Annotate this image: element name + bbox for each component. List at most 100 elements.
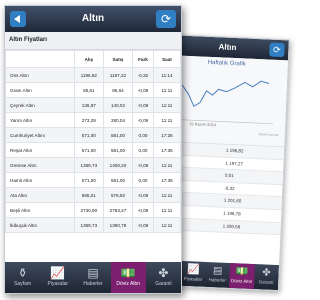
row-value: 1 196,82 [225, 147, 244, 154]
cell-fark: -0,32 [132, 67, 154, 83]
back-tab-label: Döviz Altın [230, 278, 253, 284]
news-icon: ▤ [212, 265, 223, 277]
tab-0[interactable]: ⚱ Sayfam [5, 262, 40, 293]
table-row[interactable]: Cumhuriyet Altını 571,00 581,00 0,00 17:36 [5, 127, 181, 143]
back-tab-label: Garanti [258, 279, 274, 285]
row-value: 1 200,56 [222, 223, 241, 229]
cell-alis: 1369,73 [73, 157, 104, 173]
cell-name: Ons Altın [5, 67, 75, 83]
cell-alis: 2730,90 [73, 202, 104, 218]
cell-fark: -0,09 [132, 202, 154, 218]
cell-saat: 11:11 [152, 112, 181, 128]
cell-fark: -0,09 [132, 217, 154, 233]
back-tab-1[interactable]: 📈 Piyasalar [180, 261, 205, 287]
tab-label: Haberler [83, 281, 103, 287]
currency-icon: 💵 [120, 266, 136, 280]
table-row[interactable]: Beşli Altın 2730,90 2783,27 -0,09 11:11 [5, 202, 181, 218]
cell-saat: 11:11 [152, 97, 181, 113]
cell-alis: 571,00 [73, 142, 104, 158]
piggy-bank-icon: ⚱ [17, 266, 28, 280]
header-saat: Saat [152, 50, 181, 68]
gold-price-table: Alış Satış Fark Saat Ons Altın 1196,82 119… [5, 50, 181, 233]
cell-saat: 11:11 [152, 217, 181, 233]
refresh-icon[interactable]: ⟳ [156, 10, 176, 28]
cell-alis: 136,97 [73, 97, 104, 113]
cell-name: Reşat Altın [5, 142, 75, 158]
table-row[interactable]: Ata Altın 565,01 578,92 -0,09 11:11 [5, 187, 181, 203]
tab-4[interactable]: ✤ Garanti [146, 262, 181, 293]
section-title: Altın Fiyatları [5, 32, 181, 50]
cell-fark: -0,09 [132, 112, 154, 128]
cell-name: Yarım Altın [5, 112, 75, 128]
header-fark: Fark [132, 50, 154, 68]
row-value: -0,32 [224, 185, 235, 191]
cell-satis: 280,04 [102, 112, 134, 128]
back-tab-3[interactable]: 💵 Döviz Altın [229, 263, 255, 290]
cell-satis: 578,92 [102, 187, 134, 203]
cell-name: Gram Altın [5, 82, 75, 98]
row-value: 0,01 [224, 172, 234, 179]
chart-icon: 📈 [186, 264, 200, 276]
top-bar: Altın ⟳ [5, 6, 181, 32]
tab-bar: ⚱ Sayfam 📈 Piyasalar ▤ Haberler 💵 Döviz Altın ✤ G… [5, 262, 181, 293]
cell-alis: 273,29 [73, 112, 104, 128]
table-row[interactable]: Hamit Altın 571,00 581,00 0,00 17:36 [5, 172, 181, 188]
table-header-row: Alış Satış Fark Saat [5, 50, 181, 68]
cell-name: Hamit Altın [5, 172, 75, 188]
table-row[interactable]: Çeyrek Altın 136,97 140,02 -0,09 11:11 [5, 97, 181, 113]
cell-fark: -0,09 [132, 82, 154, 98]
table-row[interactable]: Yarım Altın 273,29 280,04 -0,09 11:11 [5, 112, 181, 128]
cell-saat: 17:36 [152, 172, 181, 188]
cell-saat: 11:14 [152, 67, 181, 83]
tab-2[interactable]: ▤ Haberler [75, 262, 110, 293]
cell-satis: 581,00 [102, 172, 134, 188]
cell-name: Beşli Altın [5, 202, 75, 218]
chart-plot [173, 72, 274, 125]
cell-alis: 85,61 [73, 82, 104, 98]
back-tab-4[interactable]: ✤ Garanti [254, 264, 279, 290]
cell-saat: 11:11 [152, 202, 181, 218]
cell-saat: 17:36 [152, 127, 181, 143]
table-row[interactable]: Ons Altın 1196,82 1197,22 -0,32 11:14 [5, 67, 181, 83]
news-icon: ▤ [87, 266, 99, 280]
cell-alis: 565,01 [73, 187, 104, 203]
cell-name: Çeyrek Altın [5, 97, 75, 113]
cell-fark: -0,09 [132, 157, 154, 173]
chart-source: Sitenin Kaynak [258, 132, 279, 138]
table-row[interactable]: Gremse Altın 1369,73 1400,20 -0,09 11:11 [5, 157, 181, 173]
header-satis: Satış [102, 50, 134, 68]
header-name [5, 50, 75, 68]
cell-saat: 17:36 [152, 142, 181, 158]
tab-1[interactable]: 📈 Piyasalar [40, 262, 75, 293]
clover-icon: ✤ [262, 267, 271, 279]
table-row[interactable]: Gram Altın 85,61 85,64 -0,09 11:11 [5, 82, 181, 98]
cell-saat: 11:11 [152, 82, 181, 98]
cell-satis: 2783,27 [102, 202, 134, 218]
chart-icon: 📈 [50, 266, 66, 280]
back-refresh-icon[interactable]: ⟳ [269, 42, 285, 58]
cell-name: Cumhuriyet Altını [5, 127, 75, 143]
table-row[interactable]: Reşat Altın 571,00 581,00 0,00 17:36 [5, 142, 181, 158]
cell-alis: 1369,73 [73, 217, 104, 233]
table-row[interactable]: İkibuçuk Altın 1369,73 1390,78 -0,09 11:11 [5, 217, 181, 233]
cell-fark: 0,00 [132, 172, 154, 188]
back-tab-2[interactable]: ▤ Haberler [205, 262, 230, 288]
page-title: Altın [81, 13, 105, 24]
row-value: 1 197,27 [225, 160, 244, 167]
cell-satis: 85,64 [102, 82, 134, 98]
cell-name: Ata Altın [5, 187, 75, 203]
cell-saat: 11:11 [152, 157, 181, 173]
cell-satis: 140,02 [102, 97, 134, 113]
cell-name: İkibuçuk Altın [5, 217, 75, 233]
currency-icon: 💵 [235, 266, 249, 278]
cell-satis: 1390,78 [102, 217, 134, 233]
cell-saat: 11:11 [152, 187, 181, 203]
tab-label: Piyasalar [47, 281, 69, 287]
tab-3[interactable]: 💵 Döviz Altın [110, 262, 146, 293]
row-value: 1 196,78 [223, 210, 241, 217]
cell-fark: -0,09 [132, 97, 154, 113]
cell-fark: -0,09 [132, 187, 154, 203]
cell-fark: 0,00 [132, 127, 154, 143]
cell-name: Gremse Altın [5, 157, 75, 173]
cell-alis: 571,00 [73, 127, 104, 143]
